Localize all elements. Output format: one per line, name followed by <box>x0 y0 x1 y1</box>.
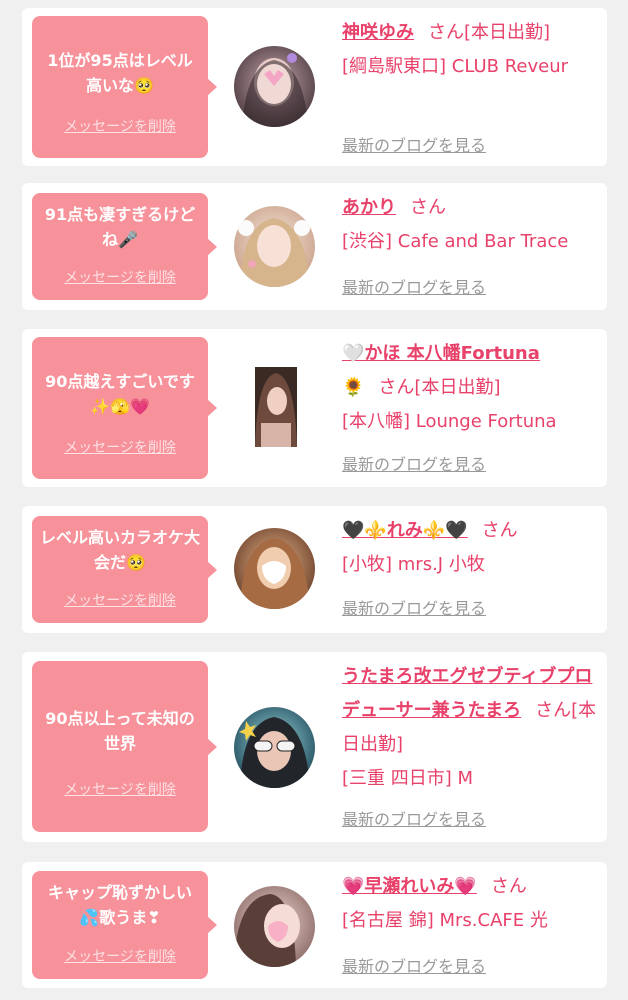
latest-blog-link[interactable]: 最新のブログを見る <box>342 274 486 298</box>
cast-card: レベル高いカラオケ大会だ🥺 メッセージを削除 🖤⚜️れみ⚜️🖤 さん [小牧] m… <box>22 506 607 633</box>
honorific: さん <box>410 197 446 218</box>
name-suffix-emoji: 🌻 <box>342 377 365 398</box>
cast-name-link[interactable]: 💗早瀬れいみ💗 <box>342 876 477 897</box>
honorific: さん <box>428 22 464 43</box>
latest-blog-link[interactable]: 最新のブログを見る <box>342 806 486 830</box>
avatar[interactable] <box>234 528 315 609</box>
avatar[interactable] <box>234 707 315 788</box>
honorific: さん <box>378 377 415 398</box>
cast-card: 90点以上って未知の世界 メッセージを削除 うたまろ改エグゼブティブプロデューサ… <box>22 652 607 842</box>
cast-name-link[interactable]: 🖤⚜️れみ⚜️🖤 <box>342 520 468 541</box>
cast-name-link[interactable]: 🤍かほ 本八幡Fortuna <box>342 343 540 364</box>
latest-blog-link[interactable]: 最新のブログを見る <box>342 132 486 156</box>
cast-info: あかり さん [渋谷] Cafe and Bar Trace <box>342 191 604 259</box>
honorific: さん <box>490 876 527 897</box>
message-text: 90点越えすごいです✨🫣💗 <box>45 372 195 416</box>
shop-name: [名古屋 錦] Mrs.CAFE 光 <box>342 910 548 931</box>
delete-message-link[interactable]: メッセージを削除 <box>32 267 208 287</box>
cast-info: 🤍かほ 本八幡Fortuna 🌻 さん[本日出勤] [本八幡] Lounge Fo… <box>342 337 604 439</box>
message-bubble: キャップ恥ずかしい💦歌うま❣ メッセージを削除 <box>32 871 217 979</box>
cast-card: 91点も凄すぎるけどね🎤 メッセージを削除 あかり さん [渋谷] Cafe an… <box>22 183 607 310</box>
message-bubble: 1位が95点はレベル高いな🥺 メッセージを削除 <box>32 16 217 158</box>
cast-info: 神咲ゆみ さん[本日出勤] [綱島駅東口] CLUB Reveur <box>342 16 604 84</box>
message-text: レベル高いカラオケ大会だ🥺 <box>40 528 201 572</box>
cast-info: うたまろ改エグゼブティブプロデューサー兼うたまろ さん[本日出勤] [三重 四日市… <box>342 660 604 796</box>
cast-card: キャップ恥ずかしい💦歌うま❣ メッセージを削除 💗早瀬れいみ💗 さん [名古屋 錦… <box>22 862 607 988</box>
avatar[interactable] <box>234 886 315 967</box>
honorific: さん <box>535 700 572 721</box>
message-text: キャップ恥ずかしい💦歌うま❣ <box>47 883 192 927</box>
delete-message-link[interactable]: メッセージを削除 <box>32 437 208 457</box>
shop-name: [綱島駅東口] CLUB Reveur <box>342 56 569 77</box>
latest-blog-link[interactable]: 最新のブログを見る <box>342 595 486 619</box>
delete-message-link[interactable]: メッセージを削除 <box>32 946 208 966</box>
message-bubble: レベル高いカラオケ大会だ🥺 メッセージを削除 <box>32 516 217 623</box>
cast-name-link[interactable]: あかり <box>342 197 396 218</box>
shop-name: [三重 四日市] M <box>342 768 474 789</box>
honorific: さん <box>481 520 518 541</box>
avatar[interactable] <box>234 46 315 127</box>
message-text: 91点も凄すぎるけどね🎤 <box>44 205 196 249</box>
delete-message-link[interactable]: メッセージを削除 <box>32 779 208 799</box>
latest-blog-link[interactable]: 最新のブログを見る <box>342 451 486 475</box>
cast-info: 💗早瀬れいみ💗 さん [名古屋 錦] Mrs.CAFE 光 <box>342 870 604 938</box>
cast-name-link[interactable]: 神咲ゆみ <box>342 22 414 43</box>
status-badge: [本日出勤] <box>464 22 551 43</box>
shop-name: [渋谷] Cafe and Bar Trace <box>342 231 569 252</box>
avatar[interactable] <box>234 206 315 287</box>
status-badge: [本日出勤] <box>414 377 501 398</box>
message-bubble: 91点も凄すぎるけどね🎤 メッセージを削除 <box>32 193 217 300</box>
latest-blog-link[interactable]: 最新のブログを見る <box>342 953 486 977</box>
delete-message-link[interactable]: メッセージを削除 <box>32 116 208 136</box>
message-bubble: 90点以上って未知の世界 メッセージを削除 <box>32 661 217 832</box>
message-bubble: 90点越えすごいです✨🫣💗 メッセージを削除 <box>32 337 217 479</box>
message-text: 90点以上って未知の世界 <box>45 709 195 753</box>
delete-message-link[interactable]: メッセージを削除 <box>32 590 208 610</box>
avatar[interactable] <box>255 367 297 447</box>
shop-name: [小牧] mrs.J 小牧 <box>342 554 485 575</box>
cast-info: 🖤⚜️れみ⚜️🖤 さん [小牧] mrs.J 小牧 <box>342 514 604 582</box>
message-text: 1位が95点はレベル高いな🥺 <box>47 51 193 95</box>
cast-card: 1位が95点はレベル高いな🥺 メッセージを削除 神咲ゆみ さん[本日出勤] [綱島… <box>22 8 607 166</box>
cast-card: 90点越えすごいです✨🫣💗 メッセージを削除 🤍かほ 本八幡Fortuna 🌻 さ… <box>22 329 607 487</box>
shop-name: [本八幡] Lounge Fortuna <box>342 411 557 432</box>
